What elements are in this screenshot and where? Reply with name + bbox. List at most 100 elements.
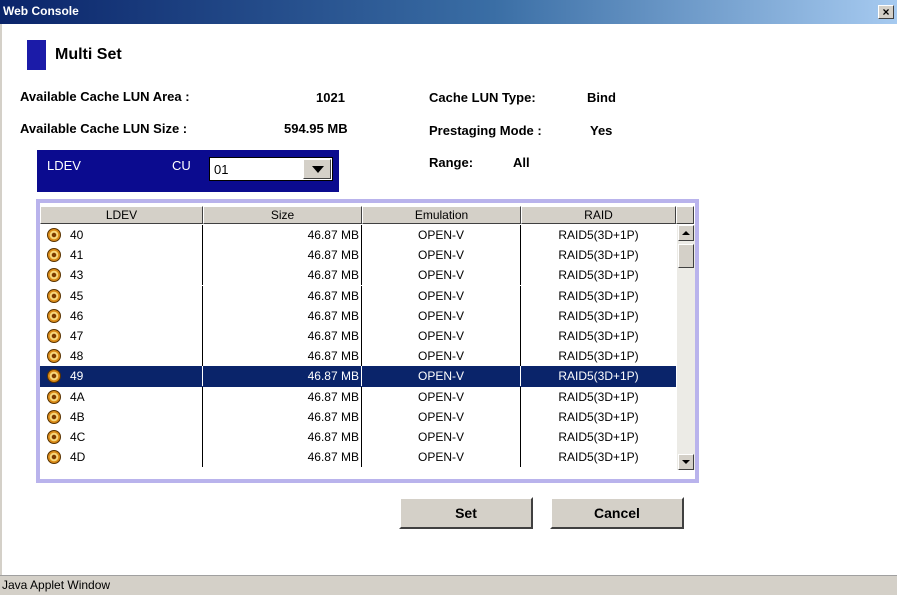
range-value: All (513, 155, 530, 170)
set-button[interactable]: Set (399, 497, 533, 529)
dialog-heading: Multi Set (55, 46, 122, 63)
table-row[interactable]: 48 46.87 MB OPEN-V RAID5(3D+1P) (40, 346, 676, 367)
raid-cell: RAID5(3D+1P) (558, 409, 639, 424)
cu-label: CU (172, 158, 191, 173)
ldev-table[interactable]: LDEV Size Emulation RAID 40 46.87 MB OPEN-… (40, 203, 695, 479)
raid-cell: RAID5(3D+1P) (558, 308, 639, 323)
raid-cell: RAID5(3D+1P) (558, 288, 639, 303)
emulation-cell: OPEN-V (362, 245, 521, 266)
raid-cell: RAID5(3D+1P) (558, 248, 639, 263)
emulation-cell: OPEN-V (362, 426, 521, 447)
table-row[interactable]: 4A 46.87 MB OPEN-V RAID5(3D+1P) (40, 386, 676, 407)
size-cell: 46.87 MB (203, 265, 362, 286)
ldev-id: 43 (70, 268, 84, 283)
disk-icon (47, 349, 61, 364)
available-size-value: 594.95 MB (284, 121, 348, 136)
ldev-id: 4D (70, 450, 86, 465)
size-cell: 46.87 MB (203, 285, 362, 306)
table-row[interactable]: 41 46.87 MB OPEN-V RAID5(3D+1P) (40, 245, 676, 266)
ldev-cell: 48 (40, 346, 203, 367)
ldev-id: 4A (70, 389, 85, 404)
ldev-id: 49 (70, 369, 84, 384)
ldev-cell: 40 (40, 225, 203, 245)
column-header-corner (676, 206, 694, 224)
raid-cell: RAID5(3D+1P) (558, 349, 639, 364)
emulation-cell: OPEN-V (362, 265, 521, 286)
ldev-id: 48 (70, 349, 84, 364)
available-size-label: Available Cache LUN Size : (20, 121, 188, 136)
dialog-content: Multi Set Available Cache LUN Area : 102… (0, 24, 897, 575)
vertical-scrollbar[interactable] (677, 225, 695, 470)
disk-icon (47, 288, 61, 303)
table-row[interactable]: 43 46.87 MB OPEN-V RAID5(3D+1P) (40, 265, 676, 286)
table-row[interactable]: 4D 46.87 MB OPEN-V RAID5(3D+1P) (40, 447, 676, 468)
column-header-size[interactable]: Size (203, 206, 362, 224)
ldev-id: 4B (70, 409, 85, 424)
size-cell: 46.87 MB (203, 325, 362, 346)
size-cell: 46.87 MB (203, 426, 362, 447)
table-row[interactable]: 4B 46.87 MB OPEN-V RAID5(3D+1P) (40, 406, 676, 427)
cu-dropdown-value: 01 (214, 162, 229, 177)
cache-lun-type-label: Cache LUN Type: (429, 90, 536, 105)
raid-cell: RAID5(3D+1P) (558, 450, 639, 465)
size-cell: 46.87 MB (203, 406, 362, 427)
status-bar: Java Applet Window (0, 575, 897, 595)
disk-icon (47, 248, 61, 263)
ldev-cell: 4A (40, 386, 203, 407)
available-area-label: Available Cache LUN Area : (20, 89, 190, 104)
disk-icon (47, 429, 61, 444)
table-row[interactable]: 4C 46.87 MB OPEN-V RAID5(3D+1P) (40, 426, 676, 447)
ldev-cell: 46 (40, 305, 203, 326)
ldev-cell: 49 (40, 366, 203, 387)
size-cell: 46.87 MB (203, 386, 362, 407)
column-header-emulation[interactable]: Emulation (362, 206, 521, 224)
prestaging-mode-label: Prestaging Mode : (429, 123, 542, 138)
section-marker-icon (27, 40, 46, 70)
table-row[interactable]: 47 46.87 MB OPEN-V RAID5(3D+1P) (40, 325, 676, 346)
raid-cell: RAID5(3D+1P) (558, 268, 639, 283)
disk-icon (47, 328, 61, 343)
range-label: Range: (429, 155, 474, 170)
emulation-cell: OPEN-V (362, 386, 521, 407)
emulation-cell: OPEN-V (362, 346, 521, 367)
disk-icon (47, 228, 61, 242)
raid-cell: RAID5(3D+1P) (558, 328, 639, 343)
raid-cell: RAID5(3D+1P) (558, 369, 639, 384)
ldev-filter-panel: LDEV CU 01 (37, 150, 339, 192)
raid-cell: RAID5(3D+1P) (558, 228, 639, 242)
disk-icon (47, 268, 61, 283)
emulation-cell: OPEN-V (362, 305, 521, 326)
ldev-filter-label: LDEV (47, 158, 81, 173)
size-cell: 46.87 MB (203, 447, 362, 468)
ldev-cell: 4C (40, 426, 203, 447)
ldev-id: 46 (70, 308, 84, 323)
size-cell: 46.87 MB (203, 346, 362, 367)
cu-dropdown[interactable]: 01 (209, 157, 333, 181)
window-title: Web Console (3, 4, 79, 18)
ldev-id: 40 (70, 228, 84, 242)
column-header-ldev[interactable]: LDEV (40, 206, 203, 224)
ldev-id: 47 (70, 328, 84, 343)
size-cell: 46.87 MB (203, 245, 362, 266)
table-header: LDEV Size Emulation RAID (40, 206, 694, 224)
emulation-cell: OPEN-V (362, 366, 521, 387)
table-row[interactable]: 40 46.87 MB OPEN-V RAID5(3D+1P) (40, 225, 676, 245)
table-row[interactable]: 45 46.87 MB OPEN-V RAID5(3D+1P) (40, 285, 676, 306)
table-body: 40 46.87 MB OPEN-V RAID5(3D+1P) 41 46.87 MB OP… (40, 225, 676, 468)
ldev-cell: 4B (40, 406, 203, 427)
close-button[interactable]: × (878, 5, 894, 19)
cancel-button[interactable]: Cancel (550, 497, 684, 529)
table-row[interactable]: 49 46.87 MB OPEN-V RAID5(3D+1P) (40, 366, 676, 387)
scroll-down-icon[interactable] (678, 454, 694, 470)
raid-cell: RAID5(3D+1P) (558, 429, 639, 444)
ldev-id: 4C (70, 429, 86, 444)
scrollbar-thumb[interactable] (678, 244, 694, 268)
disk-icon (47, 389, 61, 404)
scroll-up-icon[interactable] (678, 225, 694, 241)
raid-cell: RAID5(3D+1P) (558, 389, 639, 404)
table-row[interactable]: 46 46.87 MB OPEN-V RAID5(3D+1P) (40, 305, 676, 326)
disk-icon (47, 308, 61, 323)
chevron-down-icon[interactable] (303, 159, 331, 179)
available-area-value: 1021 (316, 90, 345, 105)
column-header-raid[interactable]: RAID (521, 206, 676, 224)
